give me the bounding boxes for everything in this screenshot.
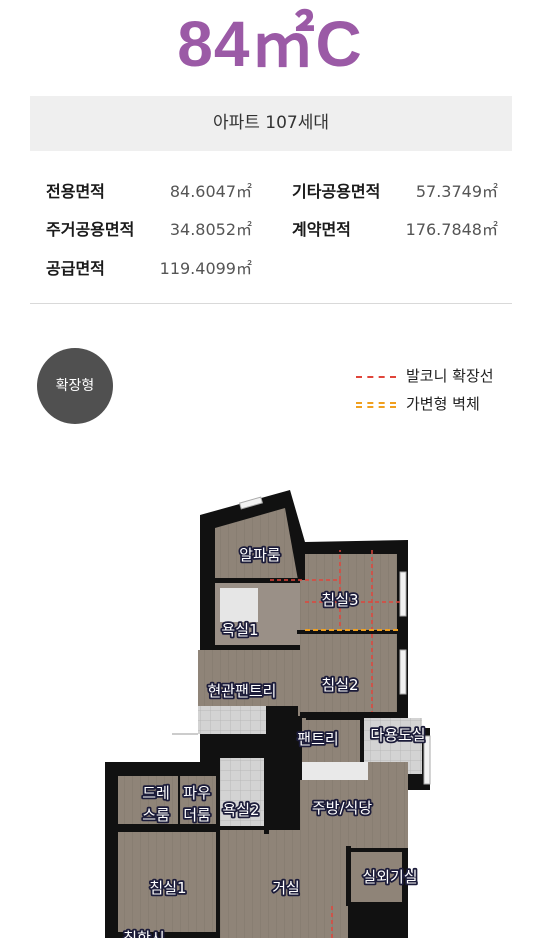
room-label-powder-line1: 파우 xyxy=(183,784,211,802)
spec-value-supply: 119.4099㎡ xyxy=(159,259,252,278)
spec-label-residential-common: 주거공용면적 xyxy=(46,220,135,239)
divider xyxy=(30,303,512,304)
room-label-dress-line2: 스룸 xyxy=(142,806,170,824)
expansion-type-badge: 확장형 xyxy=(37,348,113,424)
spec-value-exclusive: 84.6047㎡ xyxy=(169,182,252,201)
legend-variable-wall: 가변형 벽체 xyxy=(356,393,480,414)
room-label-bedroom2: 침실2 xyxy=(321,676,358,694)
room-label-bath2: 욕실2 xyxy=(222,801,259,819)
room-label-living: 거실 xyxy=(272,879,300,897)
spec-value-contract: 176.7848㎡ xyxy=(405,220,498,239)
floor-plan: 알파룸 침실3 욕실1 침실2 현관팬트리 팬트리 다용도실 드레 스룸 파우 … xyxy=(105,490,431,938)
room-label-cutoff: 침한시 xyxy=(123,929,164,938)
room-label-entry-pantry: 현관팬트리 xyxy=(207,682,276,700)
room-label-powder-line2: 더룸 xyxy=(183,806,211,824)
room-label-outdoor-unit: 실외기실 xyxy=(362,868,417,886)
unit-type-bar: 아파트 107세대 xyxy=(30,96,512,151)
room-label-dress-line1: 드레 xyxy=(142,784,170,802)
page-title: 84㎡C xyxy=(177,8,363,80)
spec-value-residential-common: 34.8052㎡ xyxy=(169,220,252,239)
legend-label-variable-wall: 가변형 벽체 xyxy=(406,395,480,413)
room-label-bedroom1: 침실1 xyxy=(149,879,186,897)
legend-label-balcony: 발코니 확장선 xyxy=(406,367,494,385)
room-label-alpha: 알파룸 xyxy=(239,546,281,564)
red-dash-line-icon xyxy=(356,375,396,378)
room-label-bath1: 욕실1 xyxy=(221,621,258,639)
spec-value-other-common: 57.3749㎡ xyxy=(415,182,498,201)
legend-balcony-line: 발코니 확장선 xyxy=(356,365,494,386)
spec-label-other-common: 기타공용면적 xyxy=(292,182,381,201)
room-label-bedroom3: 침실3 xyxy=(321,591,358,609)
room-label-utility: 다용도실 xyxy=(370,726,425,744)
spec-label-supply: 공급면적 xyxy=(46,259,105,278)
room-label-kitchen: 주방/식당 xyxy=(312,799,372,817)
spec-label-exclusive: 전용면적 xyxy=(46,182,105,201)
spec-label-contract: 계약면적 xyxy=(292,220,351,239)
orange-double-dash-icon xyxy=(356,401,396,408)
room-label-pantry: 팬트리 xyxy=(297,730,338,748)
